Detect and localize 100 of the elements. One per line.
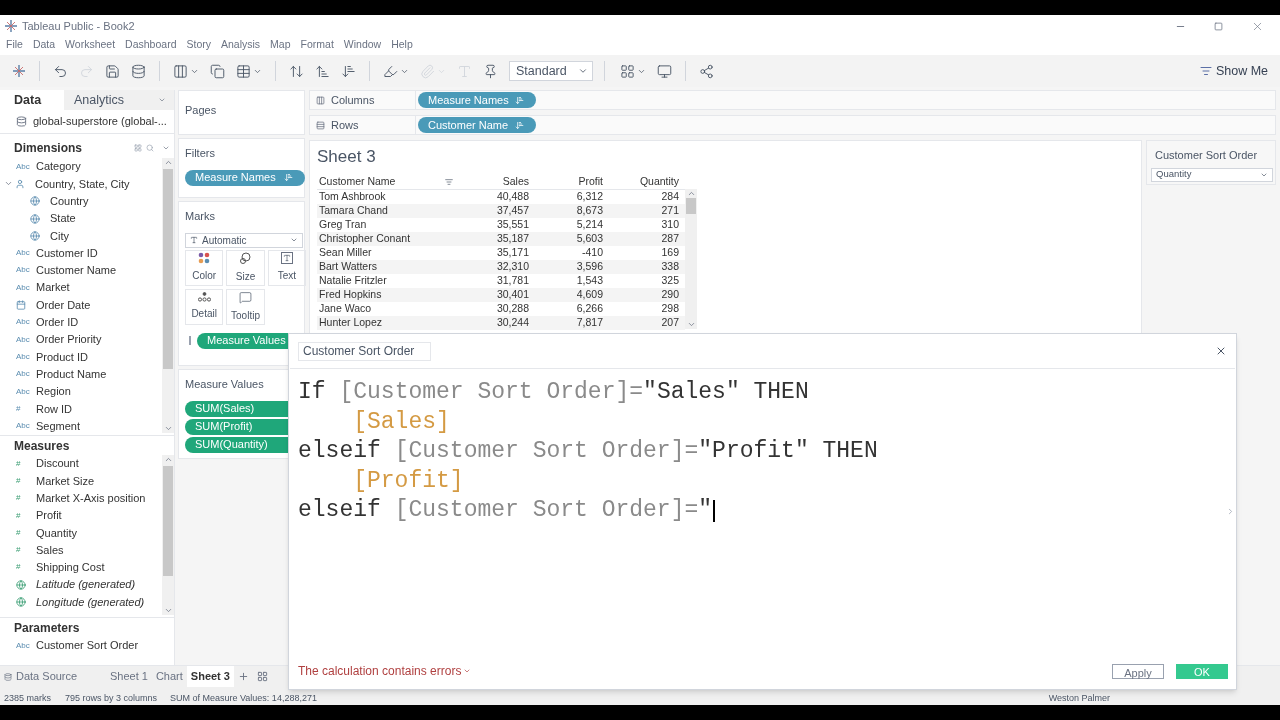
- user-name[interactable]: Weston Palmer: [1048, 693, 1110, 704]
- field-item[interactable]: Shipping Cost: [36, 559, 105, 576]
- card-title: Marks: [185, 209, 216, 224]
- sheet-tab[interactable]: Sheet 1: [106, 666, 152, 687]
- apply-button[interactable]: Apply: [1112, 663, 1164, 679]
- column-header[interactable]: Profit: [529, 174, 603, 190]
- show-me-button[interactable]: Show Me: [1199, 61, 1268, 81]
- field-type-icon: Abc: [16, 247, 36, 260]
- field-item[interactable]: Profit: [36, 507, 62, 524]
- calculation-name-field[interactable]: Customer Sort Order: [298, 341, 431, 361]
- table-cell-text: 207: [660, 315, 679, 331]
- table-cell-text: Natalie Fritzler: [318, 273, 388, 289]
- field-item[interactable]: City: [50, 227, 69, 245]
- marks-button[interactable]: Detail: [185, 288, 224, 325]
- table-cell-text: Greg Tran: [318, 217, 368, 233]
- panel-tab[interactable]: Analytics: [64, 90, 158, 110]
- field-item[interactable]: Product Name: [36, 365, 107, 383]
- section-heading: Dimensions: [14, 140, 83, 157]
- menu-item[interactable]: Story: [186, 37, 211, 53]
- menu-item[interactable]: Format: [300, 37, 334, 53]
- sheet-tab[interactable]: Chart: [151, 666, 187, 687]
- table-cell-text: 35,171: [495, 245, 529, 261]
- table-cell-text: 3,596: [575, 259, 603, 275]
- table-cell-text: 40,488: [495, 189, 529, 205]
- field-item[interactable]: Longitude (generated): [36, 593, 145, 611]
- field-type-icon: #: [16, 544, 36, 557]
- marks-button[interactable]: Size: [226, 249, 265, 286]
- menu-item[interactable]: Dashboard: [125, 37, 177, 53]
- table-cell-text: Tom Ashbrook: [318, 189, 387, 205]
- table-cell-text: 6,312: [575, 189, 603, 205]
- table-cell-text: 271: [660, 203, 679, 219]
- menu-item[interactable]: Worksheet: [65, 37, 116, 53]
- field-item[interactable]: Category: [36, 158, 81, 175]
- field-item[interactable]: State: [50, 210, 76, 227]
- menu-item[interactable]: Help: [391, 37, 413, 53]
- menu-item[interactable]: File: [6, 37, 23, 53]
- field-type-icon: Abc: [16, 368, 36, 381]
- status-sum: SUM of Measure Values: 14,288,271: [170, 693, 317, 704]
- field-item[interactable]: Customer ID: [36, 244, 98, 262]
- table-cell-text: 35,187: [495, 231, 529, 247]
- panel-tab[interactable]: Data: [0, 90, 64, 110]
- table-cell-text: 30,244: [495, 315, 529, 331]
- table-cell-text: 30,288: [495, 301, 529, 317]
- field-item[interactable]: Order Priority: [36, 331, 102, 348]
- table-cell-text: 7,817: [575, 315, 603, 331]
- parameter-title: Customer Sort Order: [1154, 148, 1259, 163]
- table-cell-text: 325: [660, 273, 679, 289]
- table-cell-text: Fred Hopkins: [318, 287, 383, 303]
- field-item[interactable]: Row ID: [36, 400, 73, 418]
- field-item[interactable]: Country: [50, 193, 89, 210]
- column-header[interactable]: Customer Name: [317, 174, 469, 190]
- table-cell-text: 290: [660, 287, 679, 303]
- sheet-tab[interactable]: Sheet 3: [186, 666, 234, 687]
- field-item[interactable]: Quantity: [36, 524, 77, 542]
- section-heading: Measures: [14, 437, 70, 455]
- column-header[interactable]: Sales: [469, 174, 529, 190]
- status-marks: 2385 marks: [4, 693, 53, 704]
- table-cell-text: 310: [660, 217, 679, 233]
- field-item[interactable]: Order ID: [36, 314, 79, 331]
- error-link[interactable]: The calculation contains errors: [298, 662, 472, 680]
- table-cell-text: 338: [660, 259, 679, 275]
- fit-dropdown[interactable]: Standard: [509, 61, 593, 81]
- table-cell-text: 30,401: [495, 287, 529, 303]
- field-item[interactable]: Customer Name: [36, 262, 117, 279]
- data-source-name[interactable]: global-superstore (global-...: [33, 113, 167, 130]
- marks-button[interactable]: Color: [185, 249, 224, 286]
- menu-item[interactable]: Analysis: [221, 37, 261, 53]
- table-cell-text: Hunter Lopez: [318, 315, 384, 331]
- field-item[interactable]: Market: [36, 279, 70, 296]
- field-item[interactable]: Country, State, City: [35, 175, 130, 193]
- menu-item[interactable]: Window: [343, 37, 382, 53]
- table-cell-text: 4,609: [575, 287, 603, 303]
- field-type-icon: #: [16, 474, 36, 487]
- field-item[interactable]: Region: [36, 383, 71, 400]
- table-cell-text: 169: [660, 245, 679, 261]
- field-type-icon: #: [16, 457, 36, 470]
- parameter-dropdown[interactable]: Quantity: [1151, 167, 1273, 182]
- field-type-icon: Abc: [16, 316, 36, 329]
- sheet-tab[interactable]: Data Source: [0, 666, 100, 687]
- marks-button[interactable]: Tooltip: [226, 288, 265, 325]
- table-cell-text: Bart Watters: [318, 259, 378, 275]
- field-item[interactable]: Sales: [36, 541, 64, 559]
- mark-type-dropdown[interactable]: Automatic: [185, 232, 303, 248]
- field-item[interactable]: Market X-Axis position: [36, 490, 146, 507]
- field-item[interactable]: Order Date: [36, 296, 91, 314]
- field-item[interactable]: Discount: [36, 455, 79, 472]
- table-cell-text: 5,214: [575, 217, 603, 233]
- field-item[interactable]: Latitude (generated): [36, 576, 136, 593]
- field-item[interactable]: Segment: [36, 417, 81, 435]
- menu-item[interactable]: Map: [270, 37, 291, 53]
- column-header[interactable]: Quantity: [603, 174, 679, 190]
- menu-item[interactable]: Data: [32, 37, 56, 53]
- field-type-icon: Abc: [16, 264, 36, 277]
- field-type-icon: #: [16, 402, 36, 415]
- field-item[interactable]: Market Size: [36, 472, 95, 490]
- field-item[interactable]: Product ID: [36, 348, 88, 366]
- table-cell-text: Christopher Conant: [318, 231, 412, 247]
- marks-button[interactable]: Text: [267, 249, 306, 286]
- field-item[interactable]: Customer Sort Order: [36, 637, 139, 654]
- table-cell-text: 298: [660, 301, 679, 317]
